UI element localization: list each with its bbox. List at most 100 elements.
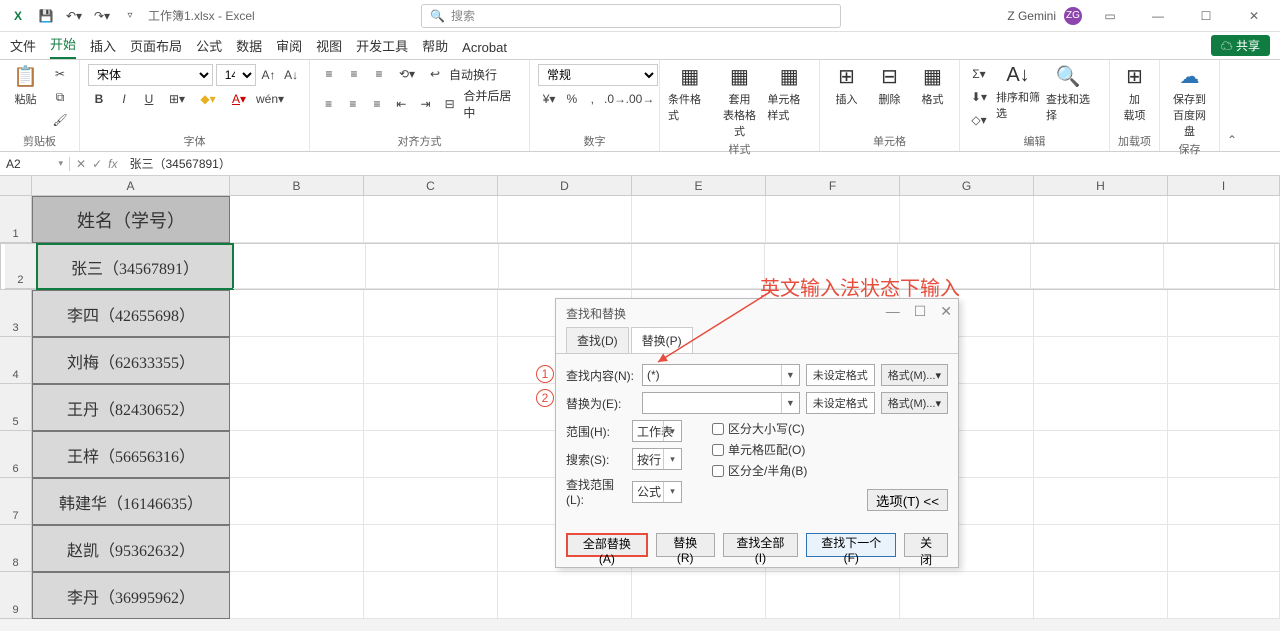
decrease-indent-icon[interactable]: ⇤ xyxy=(391,94,412,114)
number-format-select[interactable]: 常规 xyxy=(538,64,658,86)
cell[interactable] xyxy=(1034,290,1168,337)
cell[interactable] xyxy=(364,572,498,619)
increase-indent-icon[interactable]: ⇥ xyxy=(415,94,436,114)
row-header[interactable]: 4 xyxy=(0,337,32,384)
cell[interactable] xyxy=(1034,572,1168,619)
cell[interactable] xyxy=(230,196,364,243)
tab-insert[interactable]: 插入 xyxy=(90,36,116,59)
cell[interactable] xyxy=(230,431,364,478)
comma-icon[interactable]: , xyxy=(584,89,601,109)
cell[interactable] xyxy=(230,290,364,337)
avatar[interactable]: ZG xyxy=(1064,7,1082,25)
tab-data[interactable]: 数据 xyxy=(236,36,262,59)
share-button[interactable]: ☁ 共享 xyxy=(1211,35,1270,56)
cell[interactable] xyxy=(898,244,1031,289)
cell-style-button[interactable]: ▦单元格样式 xyxy=(767,64,811,123)
increase-decimal-icon[interactable]: .0→ xyxy=(604,89,626,109)
dialog-tab-replace[interactable]: 替换(P) xyxy=(631,327,693,353)
replace-all-button[interactable]: 全部替换(A) xyxy=(566,533,648,557)
cell[interactable] xyxy=(230,478,364,525)
insert-cells-button[interactable]: ⊞插入 xyxy=(828,64,865,107)
tab-developer[interactable]: 开发工具 xyxy=(356,36,408,59)
cell[interactable] xyxy=(230,572,364,619)
match-case-input[interactable] xyxy=(712,423,724,435)
delete-cells-button[interactable]: ⊟删除 xyxy=(871,64,908,107)
cell[interactable] xyxy=(498,196,632,243)
minimize-icon[interactable]: ― xyxy=(1138,2,1178,30)
paste-button[interactable]: 📋粘贴 xyxy=(8,64,43,107)
col-header-F[interactable]: F xyxy=(766,176,900,195)
cell[interactable] xyxy=(632,196,766,243)
chevron-down-icon[interactable]: ▼ xyxy=(781,393,799,413)
cell[interactable] xyxy=(900,196,1034,243)
match-case-checkbox[interactable]: 区分大小写(C) xyxy=(712,420,948,437)
tab-file[interactable]: 文件 xyxy=(10,36,36,59)
ribbon-display-icon[interactable]: ▭ xyxy=(1090,2,1130,30)
copy-icon[interactable]: ⧉ xyxy=(49,87,71,107)
currency-icon[interactable]: ¥▾ xyxy=(538,89,560,109)
cell[interactable] xyxy=(1034,337,1168,384)
dialog-maximize-icon[interactable]: ☐ xyxy=(914,303,927,320)
align-center-icon[interactable]: ≡ xyxy=(342,94,363,114)
cut-icon[interactable]: ✂ xyxy=(49,64,71,84)
match-whole-input[interactable] xyxy=(712,444,724,456)
align-right-icon[interactable]: ≡ xyxy=(366,94,387,114)
col-header-I[interactable]: I xyxy=(1168,176,1280,195)
tab-formulas[interactable]: 公式 xyxy=(196,36,222,59)
replace-with-input[interactable]: ▼ xyxy=(642,392,800,414)
undo-icon[interactable]: ↶▾ xyxy=(62,4,86,28)
font-color-icon[interactable]: A▾ xyxy=(225,89,253,109)
decrease-font-icon[interactable]: A↓ xyxy=(281,65,301,85)
cell[interactable] xyxy=(1031,244,1164,289)
cell[interactable] xyxy=(900,572,1034,619)
cell[interactable] xyxy=(233,244,366,289)
cell[interactable] xyxy=(1034,525,1168,572)
fill-color-icon[interactable]: ◆▾ xyxy=(194,89,222,109)
cell[interactable] xyxy=(498,572,632,619)
col-header-G[interactable]: G xyxy=(900,176,1034,195)
phonetic-icon[interactable]: wén▾ xyxy=(256,89,284,109)
find-content-input[interactable]: (*)▼ xyxy=(642,364,800,386)
row-header[interactable]: 8 xyxy=(0,525,32,572)
cell[interactable] xyxy=(632,572,766,619)
sort-filter-button[interactable]: A↓排序和筛选 xyxy=(996,64,1040,121)
cell[interactable] xyxy=(364,525,498,572)
orientation-icon[interactable]: ⟲▾ xyxy=(393,64,421,84)
fx-icon[interactable]: fx xyxy=(108,157,117,171)
cell[interactable] xyxy=(1034,431,1168,478)
cell[interactable] xyxy=(230,337,364,384)
dialog-minimize-icon[interactable]: ― xyxy=(886,303,900,320)
match-width-input[interactable] xyxy=(712,465,724,477)
cell[interactable]: 张三（34567891） xyxy=(37,244,233,289)
maximize-icon[interactable]: ☐ xyxy=(1186,2,1226,30)
fill-icon[interactable]: ⬇▾ xyxy=(968,87,990,107)
lookin-select[interactable]: 公式▾ xyxy=(632,481,682,503)
cell[interactable] xyxy=(1168,572,1280,619)
match-width-checkbox[interactable]: 区分全/半角(B) xyxy=(712,462,948,479)
table-format-button[interactable]: ▦套用 表格格式 xyxy=(718,64,762,139)
close-icon[interactable]: ✕ xyxy=(1234,2,1274,30)
cell[interactable] xyxy=(230,384,364,431)
replace-button[interactable]: 替换(R) xyxy=(656,533,715,557)
increase-font-icon[interactable]: A↑ xyxy=(259,65,279,85)
replace-format-button[interactable]: 格式(M)... ▾ xyxy=(881,392,948,414)
merge-icon[interactable]: ⊟ xyxy=(439,94,460,114)
format-painter-icon[interactable]: 🖌 xyxy=(49,110,71,130)
wrap-text-icon[interactable]: ↩ xyxy=(424,64,446,84)
dialog-tab-find[interactable]: 查找(D) xyxy=(566,327,629,353)
cell[interactable] xyxy=(1034,196,1168,243)
options-button[interactable]: 选项(T) << xyxy=(867,489,948,511)
wrap-text-label[interactable]: 自动换行 xyxy=(449,66,497,83)
font-name-select[interactable]: 宋体 xyxy=(88,64,213,86)
cell[interactable] xyxy=(766,196,900,243)
cell[interactable]: 李四（42655698） xyxy=(32,290,230,337)
col-header-B[interactable]: B xyxy=(230,176,364,195)
cell[interactable] xyxy=(364,290,498,337)
tab-view[interactable]: 视图 xyxy=(316,36,342,59)
cell[interactable] xyxy=(632,244,765,289)
cell[interactable]: 赵凯（95362632） xyxy=(32,525,230,572)
find-all-button[interactable]: 查找全部(I) xyxy=(723,533,799,557)
chevron-down-icon[interactable]: ▾ xyxy=(663,421,681,441)
tab-help[interactable]: 帮助 xyxy=(422,36,448,59)
col-header-E[interactable]: E xyxy=(632,176,766,195)
